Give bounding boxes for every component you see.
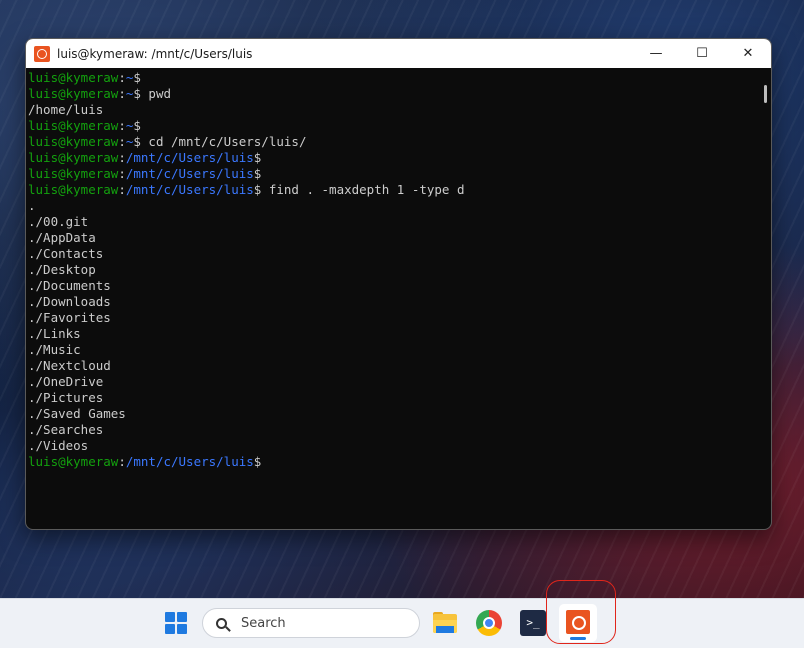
terminal-line: luis@kymeraw:~$ <box>28 118 758 134</box>
search-box[interactable]: Search <box>202 608 420 638</box>
terminal-line: ./Downloads <box>28 294 111 309</box>
prompt-user: luis@kymeraw <box>28 150 119 165</box>
command-text: $ <box>253 166 262 181</box>
command-text: $ cd /mnt/c/Users/luis/ <box>133 134 307 149</box>
prompt-path: /mnt/c/Users/luis <box>125 150 254 165</box>
terminal-line: luis@kymeraw:~$ pwd <box>28 86 758 102</box>
prompt-user: luis@kymeraw <box>28 86 119 101</box>
scrollbar-thumb[interactable] <box>764 85 767 103</box>
terminal-line: ./Links <box>28 326 81 341</box>
terminal-output[interactable]: luis@kymeraw:~$ luis@kymeraw:~$ pwd/home/… <box>26 68 758 529</box>
terminal-line: ./Searches <box>28 422 104 437</box>
command-text: $ <box>133 70 141 85</box>
terminal-line: ./Favorites <box>28 310 111 325</box>
prompt-user: luis@kymeraw <box>28 70 119 85</box>
terminal-line: ./Desktop <box>28 262 96 277</box>
prompt-path: /mnt/c/Users/luis <box>125 166 254 181</box>
command-text: $ find . -maxdepth 1 -type d <box>253 182 465 197</box>
terminal-line: luis@kymeraw:/mnt/c/Users/luis$ <box>28 150 758 166</box>
title-bar[interactable]: luis@kymeraw: /mnt/c/Users/luis — ☐ ✕ <box>26 39 771 68</box>
terminal-line: luis@kymeraw:/mnt/c/Users/luis$ <box>28 166 758 182</box>
taskbar: Search >_ <box>0 598 804 648</box>
terminal-line: ./00.git <box>28 214 89 229</box>
prompt-user: luis@kymeraw <box>28 182 119 197</box>
prompt-separator: : <box>118 70 126 85</box>
minimize-button[interactable]: — <box>633 39 679 68</box>
prompt-separator: : <box>118 166 126 181</box>
window-controls: — ☐ ✕ <box>633 39 771 68</box>
powershell-icon[interactable]: >_ <box>520 610 546 636</box>
terminal-line: . <box>28 198 36 213</box>
prompt-separator: : <box>118 86 126 101</box>
start-icon[interactable] <box>165 612 187 634</box>
prompt-separator: : <box>118 118 126 133</box>
terminal-line: ./OneDrive <box>28 374 104 389</box>
terminal-line: ./Documents <box>28 278 111 293</box>
maximize-button[interactable]: ☐ <box>679 39 725 68</box>
prompt-separator: : <box>118 454 126 469</box>
ubuntu-icon <box>566 610 590 634</box>
terminal-window[interactable]: luis@kymeraw: /mnt/c/Users/luis — ☐ ✕ lu… <box>25 38 772 530</box>
active-indicator <box>570 637 586 640</box>
terminal-line: ./Videos <box>28 438 89 453</box>
terminal-line: ./Nextcloud <box>28 358 111 373</box>
close-button[interactable]: ✕ <box>725 39 771 68</box>
prompt-user: luis@kymeraw <box>28 134 119 149</box>
file-explorer-icon[interactable] <box>432 610 458 636</box>
terminal-line: luis@kymeraw:/mnt/c/Users/luis$ <box>28 454 758 470</box>
terminal-line: luis@kymeraw:~$ <box>28 70 758 86</box>
terminal-line: /home/luis <box>28 102 104 117</box>
terminal-line: luis@kymeraw:~$ cd /mnt/c/Users/luis/ <box>28 134 758 150</box>
prompt-separator: : <box>118 134 126 149</box>
terminal-line: ./Pictures <box>28 390 104 405</box>
prompt-separator: : <box>118 182 126 197</box>
command-text: $ pwd <box>133 86 172 101</box>
window-title: luis@kymeraw: /mnt/c/Users/luis <box>57 46 253 61</box>
terminal-line: ./AppData <box>28 230 96 245</box>
command-text: $ <box>253 150 262 165</box>
terminal-line: ./Contacts <box>28 246 104 261</box>
prompt-user: luis@kymeraw <box>28 118 119 133</box>
prompt-path: /mnt/c/Users/luis <box>125 454 254 469</box>
command-text: $ <box>253 454 262 469</box>
ubuntu-taskbar-button[interactable] <box>559 604 597 642</box>
chrome-icon[interactable] <box>476 610 502 636</box>
terminal-line: ./Saved Games <box>28 406 126 421</box>
prompt-user: luis@kymeraw <box>28 166 119 181</box>
terminal-line: luis@kymeraw:/mnt/c/Users/luis$ find . -… <box>28 182 758 198</box>
ubuntu-icon <box>34 45 50 62</box>
prompt-separator: : <box>118 150 126 165</box>
terminal-line: ./Music <box>28 342 81 357</box>
prompt-user: luis@kymeraw <box>28 454 119 469</box>
search-icon <box>216 617 227 629</box>
command-text: $ <box>133 118 141 133</box>
search-placeholder: Search <box>241 615 286 631</box>
prompt-path: /mnt/c/Users/luis <box>125 182 254 197</box>
